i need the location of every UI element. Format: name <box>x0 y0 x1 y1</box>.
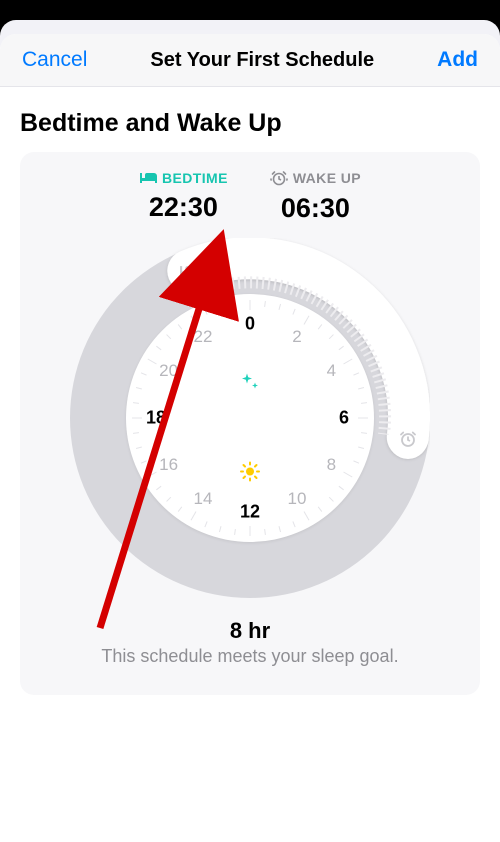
hour-4: 4 <box>327 361 336 381</box>
wakeup-label-text: WAKE UP <box>293 170 361 186</box>
wakeup-handle[interactable] <box>388 419 428 459</box>
content-area: Bedtime and Wake Up BEDTIME 22:30 <box>0 87 500 842</box>
hour-6: 6 <box>339 408 349 429</box>
annotation-arrow <box>40 218 260 638</box>
bedtime-label-text: BEDTIME <box>162 170 228 186</box>
bedtime-label: BEDTIME <box>139 170 228 186</box>
hour-2: 2 <box>292 327 301 347</box>
cancel-button[interactable]: Cancel <box>22 48 87 72</box>
summary-message: This schedule meets your sleep goal. <box>30 646 470 667</box>
alarm-icon <box>270 170 288 186</box>
sleep-dial[interactable]: 0246810121416182022 <box>70 238 430 598</box>
hour-10: 10 <box>288 489 307 509</box>
modal-sheet: Cancel Set Your First Schedule Add Bedti… <box>0 34 500 842</box>
bed-icon <box>139 171 157 185</box>
modal-title: Set Your First Schedule <box>150 49 374 72</box>
navbar: Cancel Set Your First Schedule Add <box>0 34 500 87</box>
wakeup-label: WAKE UP <box>270 170 361 186</box>
schedule-card: BEDTIME 22:30 WAKE UP 06:30 <box>20 152 480 695</box>
hour-8: 8 <box>327 455 336 475</box>
bedtime-col: BEDTIME 22:30 <box>139 170 228 224</box>
wakeup-col: WAKE UP 06:30 <box>270 170 361 224</box>
section-title: Bedtime and Wake Up <box>20 109 480 138</box>
wakeup-value: 06:30 <box>270 193 361 224</box>
times-row: BEDTIME 22:30 WAKE UP 06:30 <box>30 170 470 224</box>
add-button[interactable]: Add <box>437 48 478 72</box>
